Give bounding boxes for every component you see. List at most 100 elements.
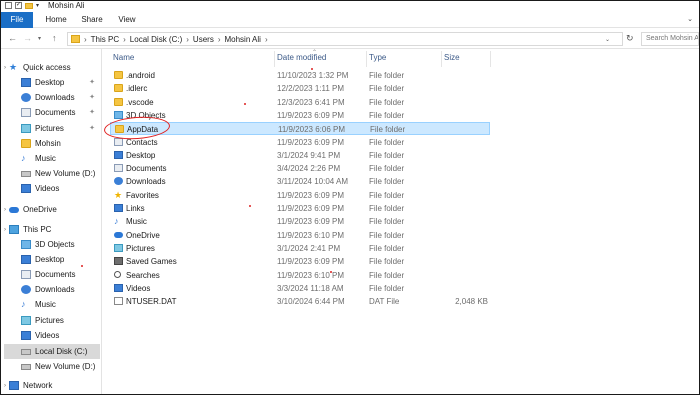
sidebar-item-downloads[interactable]: Downloads ✦	[21, 90, 101, 105]
sidebar-item-videos[interactable]: Videos	[21, 181, 101, 196]
sidebar-item-network[interactable]: › Network	[4, 378, 104, 393]
table-row[interactable]: .idlerc 12/2/2023 1:11 PM File folder	[110, 82, 490, 95]
file-date: 11/9/2023 6:09 PM	[277, 257, 345, 267]
video-icon	[21, 331, 31, 340]
table-row[interactable]: Desktop 3/1/2024 9:41 PM File folder	[110, 149, 490, 162]
sidebar-item-3d-objects[interactable]: 3D Objects	[21, 237, 101, 252]
table-row[interactable]: .android 11/10/2023 1:32 PM File folder	[110, 69, 490, 82]
table-row[interactable]: NTUSER.DAT 3/10/2024 6:44 PM DAT File 2,048…	[110, 295, 490, 308]
sidebar-item-local-disk[interactable]: Local Disk (C:)	[4, 344, 100, 359]
breadcrumb-users[interactable]: Users	[193, 35, 214, 44]
pin-icon: ✦	[89, 109, 95, 116]
file-size: 2,048 KB	[455, 297, 488, 307]
up-arrow-icon[interactable]: ↑	[52, 33, 57, 43]
file-explorer-window: ✓ ▾ Mohsin Ali File Home Share View ⌄ ← …	[0, 0, 700, 395]
table-row[interactable]: ♪ Music 11/9/2023 6:09 PM File folder	[110, 215, 490, 228]
file-type: DAT File	[369, 297, 400, 307]
file-name: .vscode	[126, 97, 154, 107]
pin-icon: ✦	[89, 79, 95, 86]
new-folder-icon[interactable]	[25, 2, 33, 9]
drive-icon	[21, 349, 31, 355]
file-name: Downloads	[126, 177, 166, 187]
star-icon: ★	[114, 189, 123, 200]
table-row[interactable]: .vscode 12/3/2023 6:41 PM File folder	[110, 96, 490, 109]
file-type: File folder	[369, 230, 405, 240]
search-icon	[114, 270, 121, 278]
tab-home[interactable]: Home	[41, 12, 71, 28]
file-name: .android	[126, 71, 155, 80]
desktop-icon	[114, 150, 123, 159]
file-name: Music	[126, 217, 147, 227]
drive-icon	[21, 171, 31, 177]
forward-arrow-icon[interactable]: →	[23, 33, 32, 43]
table-row[interactable]: ★ Favorites 11/9/2023 6:09 PM File folder	[110, 189, 490, 202]
table-row[interactable]: Videos 3/3/2024 11:18 AM File folder	[110, 282, 490, 295]
download-icon	[114, 177, 123, 186]
search-input[interactable]: Search Mohsin Ali	[641, 32, 699, 46]
game-icon	[114, 257, 123, 266]
file-name: Desktop	[126, 150, 156, 160]
file-date: 3/1/2024 2:41 PM	[277, 243, 341, 253]
customize-dropdown-icon[interactable]: ▾	[36, 2, 39, 9]
column-header-name[interactable]: Name	[113, 53, 134, 62]
column-header-date[interactable]: Date modified	[277, 53, 326, 62]
sidebar-item-onedrive[interactable]: › OneDrive	[4, 202, 104, 217]
file-type: File folder	[369, 137, 405, 147]
table-row[interactable]: Pictures 3/1/2024 2:41 PM File folder	[110, 242, 490, 255]
file-date: 3/10/2024 6:44 PM	[277, 297, 345, 307]
back-arrow-icon[interactable]: ←	[8, 33, 17, 43]
file-date: 11/9/2023 6:06 PM	[278, 125, 346, 135]
table-row[interactable]: Documents 3/4/2024 2:26 PM File folder	[110, 162, 490, 175]
sidebar-item-pc-new-volume[interactable]: New Volume (D:)	[21, 359, 101, 374]
file-type: File folder	[369, 110, 405, 120]
document-icon	[21, 270, 31, 279]
column-header-size[interactable]: Size	[444, 53, 460, 62]
sidebar-item-music[interactable]: ♪ Music	[21, 151, 101, 166]
breadcrumb-local-disk[interactable]: Local Disk (C:)	[130, 35, 182, 44]
sidebar-item-pictures[interactable]: Pictures ✦	[21, 121, 101, 136]
file-type: File folder	[369, 97, 405, 107]
table-row[interactable]: OneDrive 11/9/2023 6:10 PM File folder	[110, 229, 490, 242]
sidebar-item-pc-documents[interactable]: Documents	[21, 267, 101, 282]
document-icon	[114, 164, 123, 173]
tab-share[interactable]: Share	[77, 12, 107, 28]
table-row[interactable]: Searches 11/9/2023 6:10 PM File folder	[110, 269, 490, 282]
address-bar[interactable]: › This PC › Local Disk (C:) › Users › Mo…	[67, 32, 623, 46]
sidebar-item-quick-access[interactable]: › ★ Quick access	[4, 60, 104, 75]
table-row[interactable]: 3D Objects 11/9/2023 6:09 PM File folder	[110, 109, 490, 122]
column-header-type[interactable]: Type	[369, 53, 386, 62]
table-row[interactable]: Downloads 3/11/2024 10:04 AM File folder	[110, 175, 490, 188]
breadcrumb-mohsin-ali[interactable]: Mohsin Ali	[224, 35, 260, 44]
refresh-icon[interactable]: ↻	[626, 33, 634, 44]
breadcrumb-this-pc[interactable]: This PC	[91, 35, 119, 44]
sidebar-item-pc-downloads[interactable]: Downloads	[21, 282, 101, 297]
expand-ribbon-icon[interactable]: ⌄	[687, 15, 693, 23]
table-row[interactable]: Contacts 11/9/2023 6:09 PM File folder	[110, 136, 490, 149]
sidebar-item-new-volume[interactable]: New Volume (D:)	[21, 166, 101, 181]
sidebar-item-documents[interactable]: Documents ✦	[21, 105, 101, 120]
sidebar-item-pc-music[interactable]: ♪ Music	[21, 297, 101, 312]
sidebar-item-pc-desktop[interactable]: Desktop	[21, 252, 101, 267]
file-date: 12/2/2023 1:11 PM	[277, 84, 345, 94]
title-bar: ✓ ▾ Mohsin Ali	[1, 1, 699, 12]
sidebar-item-this-pc[interactable]: › This PC	[4, 222, 104, 237]
desktop-icon	[21, 78, 31, 87]
file-date: 3/11/2024 10:04 AM	[277, 177, 349, 187]
table-row[interactable]: Links 11/9/2023 6:09 PM File folder	[110, 202, 490, 215]
sidebar-item-pc-pictures[interactable]: Pictures	[21, 313, 101, 328]
sidebar-item-pc-videos[interactable]: Videos	[21, 328, 101, 343]
properties-icon[interactable]	[5, 2, 12, 9]
annotation-dot	[249, 205, 251, 207]
address-dropdown-icon[interactable]: ⌄	[605, 36, 610, 43]
checkbox-icon[interactable]: ✓	[15, 2, 22, 9]
tab-view[interactable]: View	[114, 12, 140, 28]
file-name: OneDrive	[126, 230, 160, 240]
sidebar-item-desktop[interactable]: Desktop ✦	[21, 75, 101, 90]
file-name: Links	[126, 204, 145, 213]
sidebar-item-mohsin[interactable]: Mohsin	[21, 136, 101, 151]
tab-file[interactable]: File	[1, 12, 33, 28]
recent-locations-icon[interactable]: ▾	[38, 35, 41, 42]
file-date: 11/9/2023 6:09 PM	[277, 190, 345, 200]
table-row[interactable]: Saved Games 11/9/2023 6:09 PM File folder	[110, 255, 490, 268]
file-type: File folder	[369, 150, 405, 160]
